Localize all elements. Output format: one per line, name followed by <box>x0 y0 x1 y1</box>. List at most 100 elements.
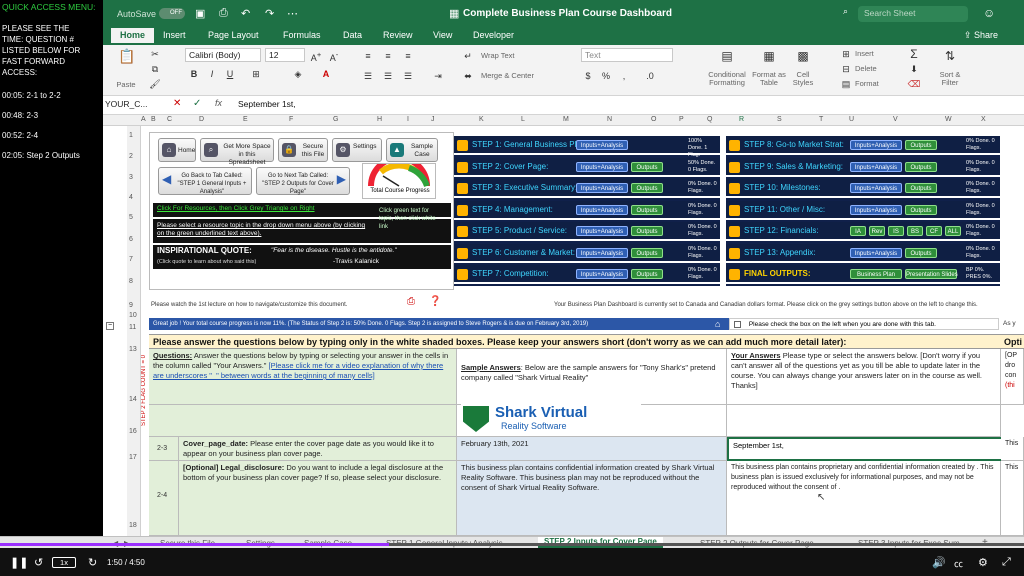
autosum-icon[interactable]: Σ <box>907 47 921 61</box>
step-link-button[interactable]: Inputs+Analysis <box>576 247 628 258</box>
fullscreen-icon[interactable]: ⤢ <box>1002 556 1011 569</box>
volume-icon[interactable]: 🔊 <box>932 556 946 569</box>
pause-icon[interactable]: ❚❚ <box>10 556 28 569</box>
clear-icon[interactable]: ⌫ <box>907 77 921 91</box>
conditional-formatting-icon[interactable]: ▤ <box>717 49 737 63</box>
q23-answer-input[interactable]: September 1st, <box>727 437 1023 461</box>
sort-filter-icon[interactable]: ⇅ <box>943 49 957 63</box>
insert-cells-label[interactable]: Insert <box>855 50 885 58</box>
align-middle-icon[interactable]: ≡ <box>381 49 395 63</box>
col-header[interactable]: K <box>479 116 484 123</box>
sort-filter-label[interactable]: Sort & Filter <box>931 71 969 87</box>
format-cells-label[interactable]: Format <box>855 80 885 88</box>
italic-icon[interactable]: I <box>205 67 219 81</box>
align-top-icon[interactable]: ≡ <box>361 49 375 63</box>
step-link-button[interactable]: Inputs+Analysis <box>850 183 902 193</box>
pdf-icon[interactable]: ⎙ <box>407 296 415 307</box>
col-header[interactable]: N <box>607 116 612 123</box>
format-as-table-label[interactable]: Format as Table <box>751 71 787 87</box>
font-name-select[interactable]: Calibri (Body) <box>185 48 261 62</box>
step-link-button[interactable]: Presentation Slides <box>905 269 958 279</box>
step-link-button[interactable]: Outputs <box>631 226 663 236</box>
format-as-table-icon[interactable]: ▦ <box>759 49 779 63</box>
row-header[interactable]: 7 <box>129 256 133 263</box>
row-header[interactable]: 1 <box>129 132 133 139</box>
step-link-button[interactable]: Inputs+Analysis <box>576 204 628 215</box>
row-header[interactable]: 17 <box>129 454 137 461</box>
row-header[interactable]: 3 <box>129 174 133 181</box>
increase-font-icon[interactable]: A+ <box>309 48 323 63</box>
cell-styles-label[interactable]: Cell Styles <box>789 71 817 87</box>
forward-icon[interactable]: ↻ <box>88 556 97 569</box>
delete-cells-icon[interactable]: ⊟ <box>839 62 853 76</box>
tab-insert[interactable]: Insert <box>163 30 186 40</box>
col-header[interactable]: W <box>945 116 952 123</box>
conditional-formatting-label[interactable]: Conditional Formatting <box>703 71 751 87</box>
step-link-button[interactable]: Inputs+Analysis <box>850 204 902 215</box>
percent-icon[interactable]: % <box>599 69 613 83</box>
tab-view[interactable]: View <box>433 30 452 40</box>
align-center-icon[interactable]: ☰ <box>381 69 395 83</box>
quote-text[interactable]: "Fear is the disease. Hustle is the anti… <box>271 247 397 255</box>
delete-cells-label[interactable]: Delete <box>855 65 885 73</box>
tab-page-layout[interactable]: Page Layout <box>208 30 259 40</box>
align-left-icon[interactable]: ☰ <box>361 69 375 83</box>
row-header[interactable]: 11 <box>129 324 136 331</box>
align-right-icon[interactable]: ☰ <box>401 69 415 83</box>
enter-icon[interactable]: ✓ <box>193 98 201 109</box>
cut-icon[interactable]: ✂ <box>148 47 162 61</box>
col-header[interactable]: L <box>521 116 525 123</box>
row-header[interactable]: 14 <box>129 396 137 403</box>
insert-cells-icon[interactable]: ⊞ <box>839 47 853 61</box>
col-header[interactable]: V <box>893 116 898 123</box>
row-header[interactable]: 16 <box>129 428 137 435</box>
merge-icon[interactable]: ⬌ <box>461 69 475 83</box>
step-link-button[interactable]: Inputs+Analysis <box>850 247 902 258</box>
col-header[interactable]: D <box>199 116 204 123</box>
overlay-time-link[interactable]: 02:05: Step 2 Outputs <box>2 150 101 161</box>
font-color-icon[interactable]: A <box>319 67 333 81</box>
secure-file-button[interactable]: 🔒 Secure this File <box>278 138 328 162</box>
row-header[interactable]: 18 <box>129 522 137 529</box>
col-header[interactable]: O <box>651 116 656 123</box>
step-link-button[interactable]: Inputs+Analysis <box>850 140 902 150</box>
more-icon[interactable]: ⋯ <box>287 7 298 20</box>
col-header[interactable]: H <box>377 116 382 123</box>
col-header[interactable]: U <box>849 116 854 123</box>
step-link-button[interactable]: BS <box>907 226 923 236</box>
step-link-button[interactable]: CF <box>926 226 942 236</box>
col-header[interactable]: E <box>243 116 248 123</box>
step-link-button[interactable]: Outputs <box>631 183 663 193</box>
tab-review[interactable]: Review <box>383 30 413 40</box>
video-progress[interactable] <box>0 543 1024 546</box>
row-header[interactable]: 2 <box>129 153 133 160</box>
step-link-button[interactable]: Inputs+Analysis <box>576 226 628 236</box>
step-link-button[interactable]: Outputs <box>905 183 937 193</box>
sample-case-button[interactable]: ▲ Sample Case <box>386 138 438 162</box>
col-header[interactable]: S <box>777 116 782 123</box>
col-header[interactable]: X <box>981 116 986 123</box>
col-header[interactable]: C <box>167 116 172 123</box>
underline-icon[interactable]: U <box>223 67 237 81</box>
step-link-button[interactable]: Inputs+Analysis <box>576 140 628 150</box>
autosave-toggle[interactable]: OFF <box>159 8 185 19</box>
rewind-icon[interactable]: ↺ <box>34 556 43 569</box>
currency-icon[interactable]: $ <box>581 69 595 83</box>
home-small-icon[interactable]: ⌂ <box>715 319 720 329</box>
done-checkbox[interactable] <box>734 321 741 328</box>
back-tab-button[interactable]: ◀ Go Back to Tab Called: "STEP 1 General… <box>158 167 252 195</box>
borders-icon[interactable]: ⊞ <box>249 67 263 81</box>
resources-link[interactable]: Click For Resources, then Click Grey Tri… <box>157 205 315 212</box>
step-link-button[interactable]: Outputs <box>631 161 663 172</box>
row-header[interactable]: 5 <box>129 214 133 221</box>
redo-icon[interactable]: ↷ <box>265 7 274 20</box>
format-cells-icon[interactable]: ▤ <box>839 77 853 91</box>
overlay-time-link[interactable]: 00:48: 2-3 <box>2 110 101 121</box>
step-link-button[interactable]: Rev <box>869 226 885 236</box>
step-link-button[interactable]: IA <box>850 226 866 236</box>
col-header[interactable]: A <box>141 116 146 123</box>
step-link-button[interactable]: Outputs <box>631 247 663 258</box>
merge-center-label[interactable]: Merge & Center <box>481 72 551 80</box>
feedback-icon[interactable]: ☺ <box>983 6 995 20</box>
step-link-button[interactable]: Inputs+Analysis <box>576 161 628 172</box>
